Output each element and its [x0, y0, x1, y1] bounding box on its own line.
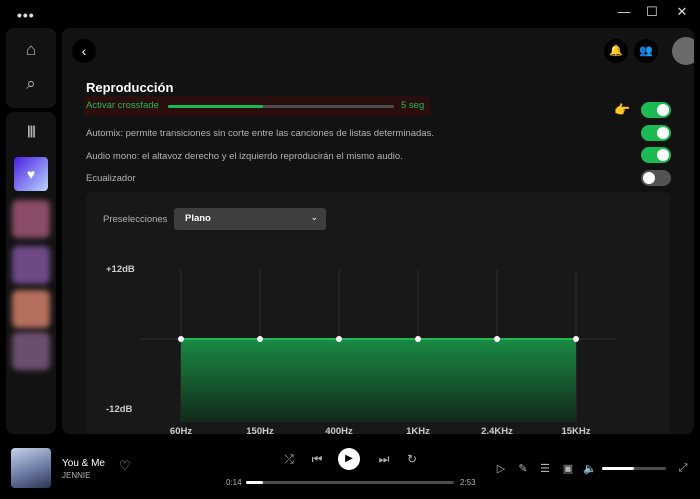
- minimize-button[interactable]: —: [614, 4, 634, 19]
- settings-panel: ‹ 🔔 👥 Reproducción Activar crossfade 5 s…: [62, 28, 694, 434]
- volume-fill: [602, 467, 634, 470]
- crossfade-slider-fill: [168, 105, 263, 108]
- notifications-icon[interactable]: 🔔: [604, 39, 628, 63]
- album-cover[interactable]: [11, 448, 51, 488]
- automix-toggle[interactable]: [641, 125, 671, 141]
- mono-audio-label: Audio mono: el altavoz derecho y el izqu…: [86, 151, 403, 162]
- back-button[interactable]: ‹: [72, 39, 96, 63]
- repeat-icon[interactable]: ↻: [403, 452, 421, 466]
- connect-device-icon[interactable]: ▣: [561, 462, 575, 475]
- friends-activity-icon[interactable]: 👥: [634, 39, 658, 63]
- shuffle-icon[interactable]: ⤮: [280, 452, 298, 467]
- avatar[interactable]: [672, 37, 694, 65]
- equalizer-label: Ecualizador: [86, 173, 136, 184]
- sidebar-nav: ⌂ ⌕: [6, 28, 56, 108]
- pointing-hand-icon: 👉: [614, 102, 631, 117]
- like-heart-icon[interactable]: ♡: [119, 458, 131, 474]
- elapsed-time: 0:14: [226, 478, 242, 487]
- queue-icon[interactable]: ☰: [538, 462, 552, 475]
- volume-icon[interactable]: 🔈: [583, 462, 597, 475]
- eq-band-handle[interactable]: [257, 336, 263, 342]
- eq-frequency-label: 150Hz: [246, 426, 274, 434]
- track-title[interactable]: You & Me: [62, 458, 105, 469]
- eq-frequency-label: 1KHz: [406, 426, 430, 434]
- eq-band-handle[interactable]: [415, 336, 421, 342]
- toggle-knob: [657, 104, 669, 116]
- db-max-label: +12dB: [106, 264, 135, 275]
- app-menu-button[interactable]: •••: [17, 7, 35, 23]
- chevron-left-icon: ‹: [81, 43, 87, 59]
- eq-frequency-label: 15KHz: [561, 426, 590, 434]
- title-bar: ••• — ☐ ✕: [0, 0, 700, 28]
- next-icon[interactable]: ⏭: [375, 452, 393, 467]
- play-button[interactable]: ▶: [338, 448, 360, 470]
- now-playing-view-icon[interactable]: ▷: [494, 462, 508, 475]
- sidebar-library: ||| ♥: [6, 112, 56, 434]
- eq-area: [181, 339, 576, 422]
- track-artist[interactable]: JENNIE: [62, 471, 90, 480]
- eq-frequency-label: 2.4KHz: [481, 426, 513, 434]
- toggle-knob: [643, 172, 655, 184]
- play-icon: ▶: [345, 453, 353, 464]
- home-icon[interactable]: ⌂: [18, 37, 44, 63]
- crossfade-toggle[interactable]: [641, 102, 671, 118]
- toggle-knob: [657, 149, 669, 161]
- playlist-thumb[interactable]: [12, 246, 50, 284]
- maximize-button[interactable]: ☐: [642, 4, 662, 20]
- close-button[interactable]: ✕: [672, 4, 692, 20]
- eq-band-handle[interactable]: [494, 336, 500, 342]
- toggle-knob: [657, 127, 669, 139]
- automix-label: Automix: permite transiciones sin corte …: [86, 128, 434, 139]
- previous-icon[interactable]: ⏮: [308, 452, 326, 467]
- progress-fill: [246, 481, 263, 484]
- eq-frequency-label: 60Hz: [170, 426, 192, 434]
- search-icon[interactable]: ⌕: [18, 71, 44, 97]
- eq-band-handle[interactable]: [573, 336, 579, 342]
- crossfade-value: 5 seg: [401, 100, 425, 111]
- playlist-thumb[interactable]: [12, 290, 50, 328]
- total-duration: 2:53: [460, 478, 476, 487]
- crossfade-row: Activar crossfade 5 seg: [84, 96, 430, 116]
- crossfade-slider[interactable]: [168, 105, 394, 108]
- progress-bar[interactable]: [246, 481, 454, 484]
- crossfade-label: Activar crossfade: [86, 100, 159, 111]
- equalizer-toggle[interactable]: [641, 170, 671, 186]
- eq-band-handle[interactable]: [336, 336, 342, 342]
- library-icon[interactable]: |||: [18, 118, 44, 144]
- playlist-thumb[interactable]: [12, 332, 50, 370]
- volume-slider[interactable]: [602, 467, 666, 470]
- eq-frequency-label: 400Hz: [325, 426, 353, 434]
- eq-band-handle[interactable]: [178, 336, 184, 342]
- liked-songs-tile[interactable]: ♥: [14, 157, 48, 191]
- equalizer-panel: Preselecciones Plano ⌄ +12dB -12dB 60Hz 1…: [86, 192, 670, 434]
- section-title: Reproducción: [86, 80, 174, 95]
- playlist-thumb[interactable]: [12, 200, 50, 238]
- equalizer-chart: +12dB -12dB 60Hz 150Hz 400Hz 1KHz 2.4KHz 15KH…: [106, 264, 616, 434]
- player-bar: You & Me JENNIE ♡ ⤮ ⏮ ▶ ⏭ ↻ 0:14 2:53 ▷ …: [0, 438, 700, 499]
- lyrics-icon[interactable]: ✎: [516, 462, 530, 475]
- db-min-label: -12dB: [106, 404, 133, 415]
- mono-audio-toggle[interactable]: [641, 147, 671, 163]
- fullscreen-icon[interactable]: ⤢: [676, 462, 690, 475]
- heart-icon: ♥: [26, 166, 36, 182]
